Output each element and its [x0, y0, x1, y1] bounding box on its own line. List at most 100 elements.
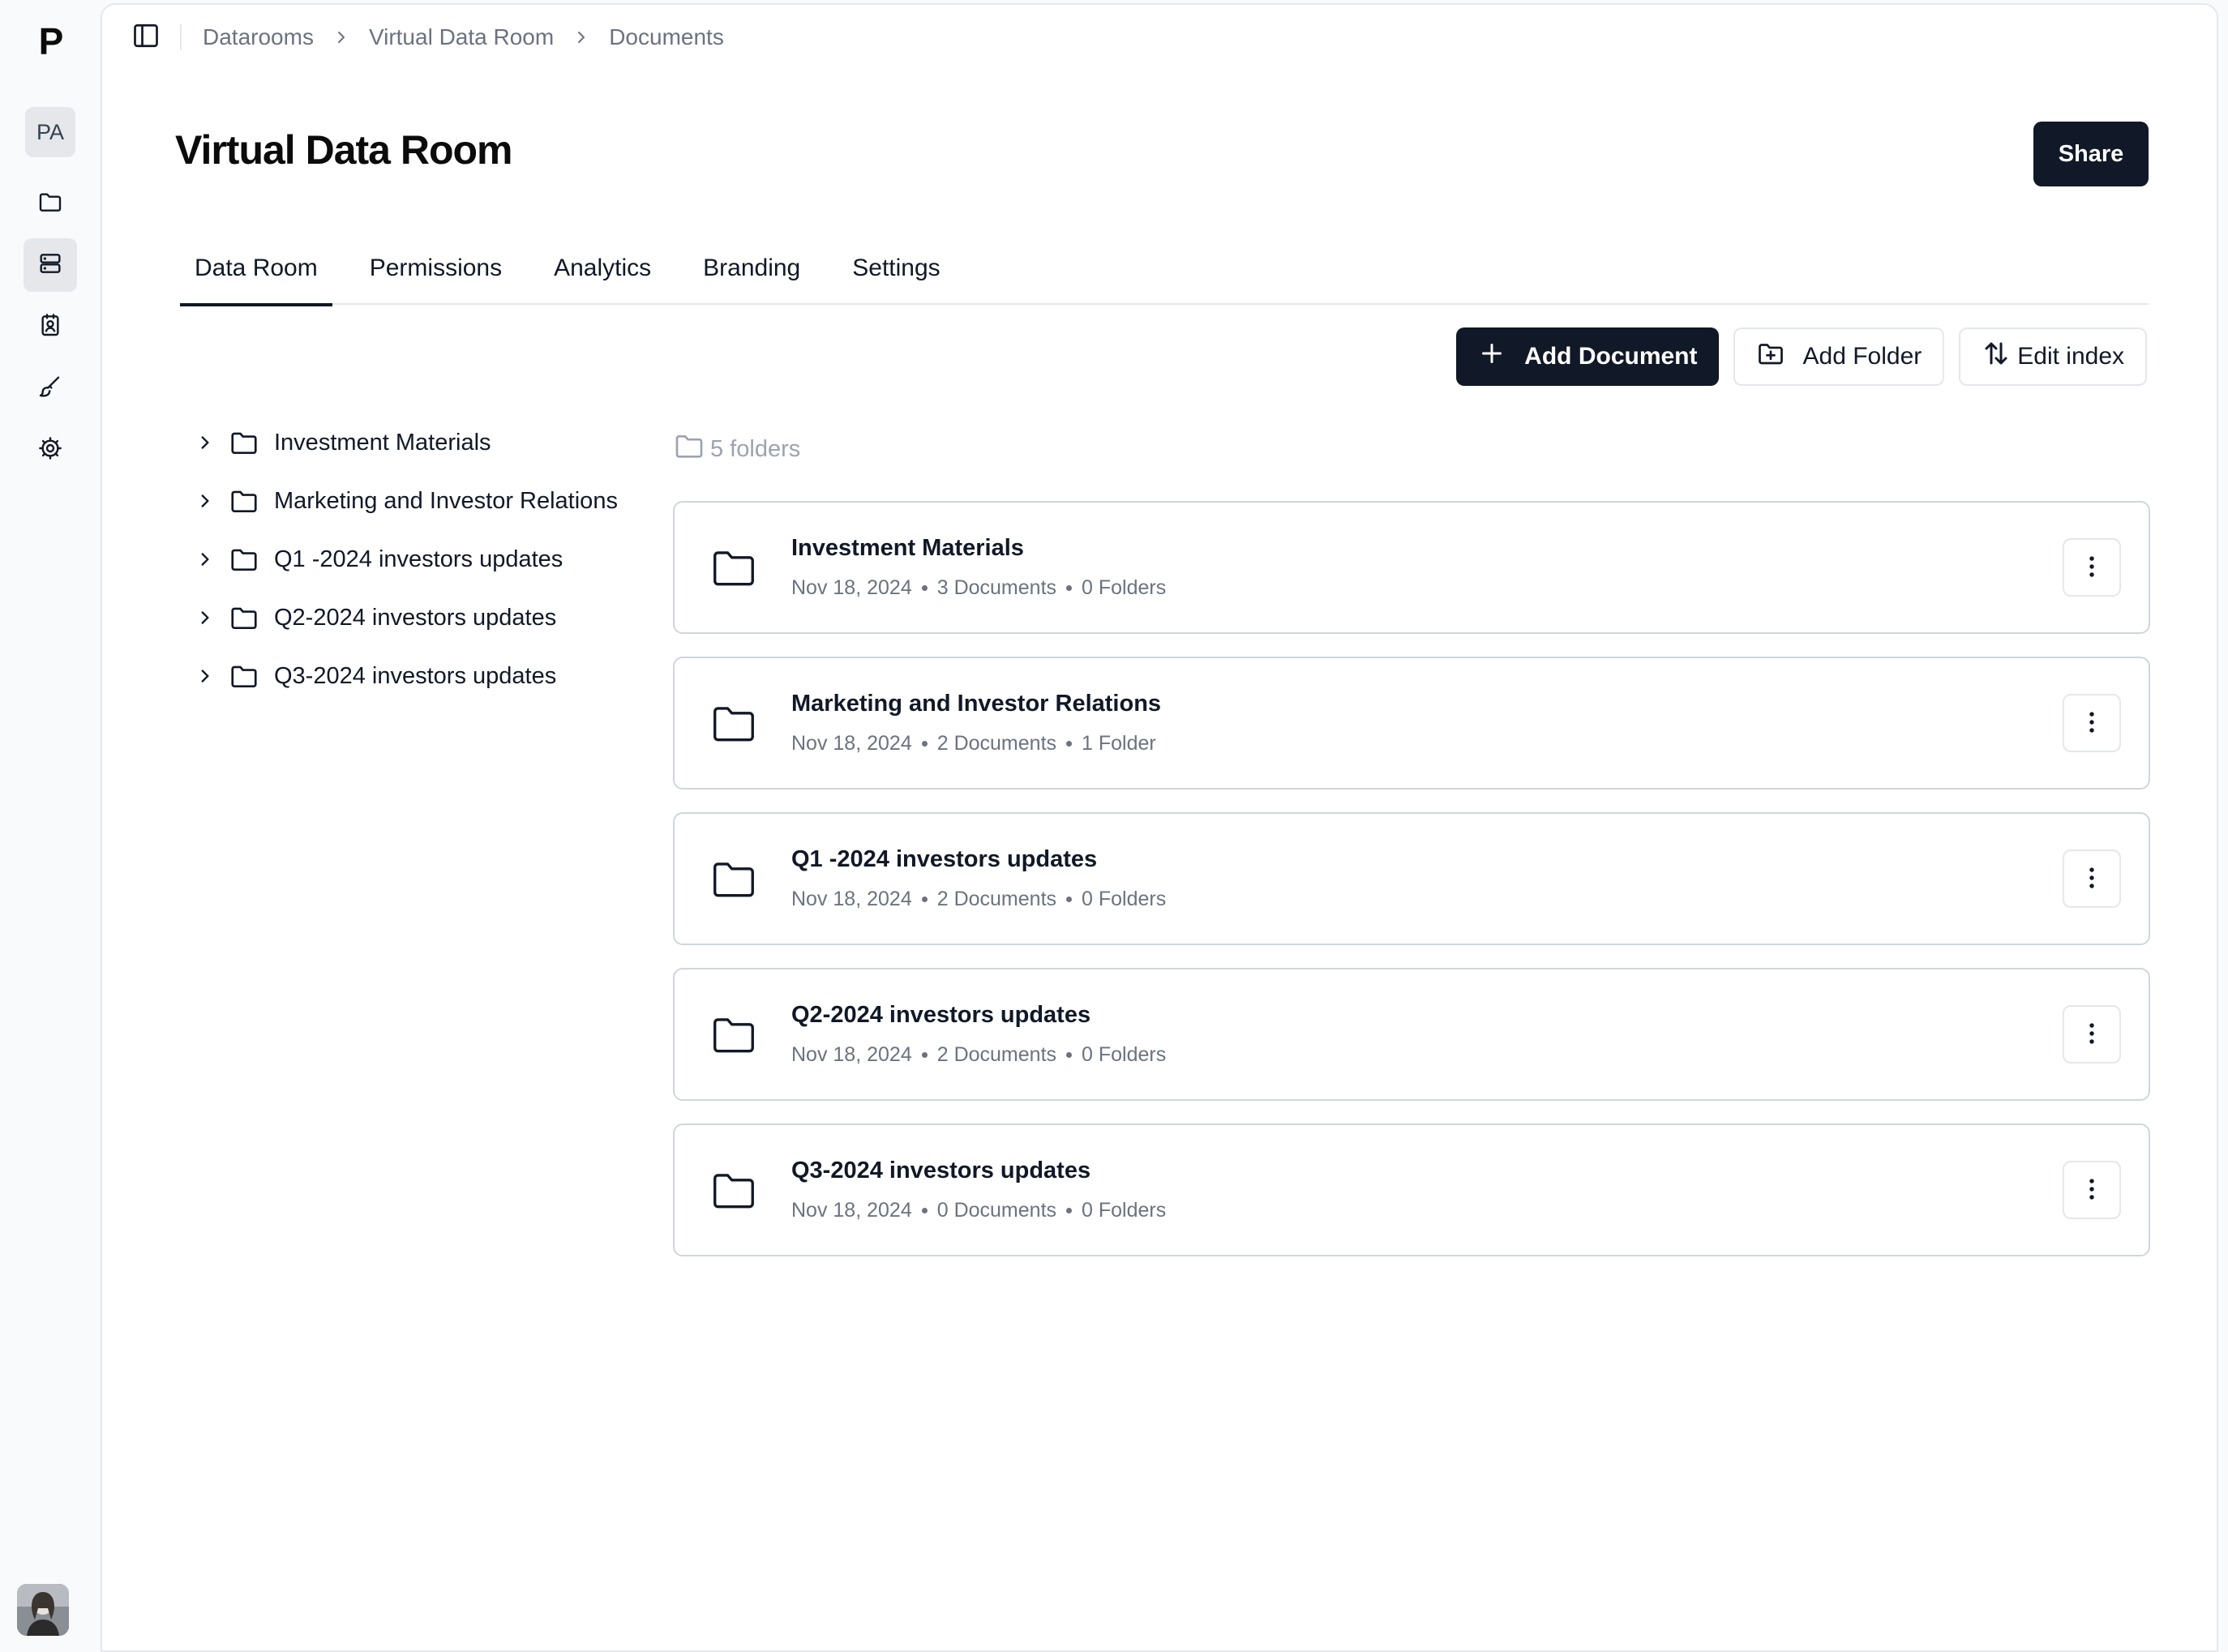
tree-item[interactable]: Q3-2024 investors updates	[191, 647, 618, 705]
app-logo[interactable]: P	[39, 21, 62, 62]
folder-date: Nov 18, 2024	[791, 1043, 912, 1067]
folder-icon	[709, 854, 759, 904]
server-icon	[37, 250, 63, 280]
tree-item-label: Q3-2024 investors updates	[274, 663, 556, 690]
folder-subfolder-count: 1 Folder	[1082, 732, 1156, 755]
folder-date: Nov 18, 2024	[791, 888, 912, 911]
tab-data-room[interactable]: Data Room	[180, 232, 332, 305]
arrow-up-down-icon	[1982, 339, 2017, 374]
brush-icon	[37, 374, 63, 404]
folder-date: Nov 18, 2024	[791, 1199, 912, 1222]
tree-item-label: Marketing and Investor Relations	[274, 488, 618, 515]
separator-dot	[922, 741, 928, 747]
folder-more-button[interactable]	[2063, 1005, 2121, 1064]
folder-subfolder-count: 0 Folders	[1082, 576, 1166, 600]
tree-item[interactable]: Investment Materials	[191, 413, 618, 472]
user-avatar[interactable]	[17, 1584, 69, 1636]
chevron-right-icon[interactable]	[191, 490, 219, 511]
tab-analytics[interactable]: Analytics	[539, 232, 666, 305]
folder-card-body: Q1 -2024 investors updates Nov 18, 2024 …	[791, 846, 1166, 911]
dataroom-tabs: Data Room Permissions Analytics Branding…	[180, 232, 2149, 305]
sidebar-toggle-button[interactable]	[130, 21, 162, 53]
tree-item[interactable]: Marketing and Investor Relations	[191, 472, 618, 530]
tree-item[interactable]: Q1 -2024 investors updates	[191, 530, 618, 588]
separator-dot	[922, 1052, 928, 1058]
divider	[180, 24, 182, 50]
folder-list: Investment Materials Nov 18, 2024 3 Docu…	[673, 501, 2150, 1279]
folder-document-count: 2 Documents	[937, 888, 1056, 911]
folder-meta: Nov 18, 2024 2 Documents 1 Folder	[791, 732, 1161, 755]
folder-name[interactable]: Q1 -2024 investors updates	[791, 846, 1166, 873]
folder-document-count: 2 Documents	[937, 732, 1056, 755]
folder-more-button[interactable]	[2063, 538, 2121, 597]
folder-tree: Investment Materials Marketing and Inves…	[191, 413, 618, 705]
folder-subfolder-count: 0 Folders	[1082, 1199, 1166, 1222]
tab-settings[interactable]: Settings	[838, 232, 954, 305]
folder-card-body: Investment Materials Nov 18, 2024 3 Docu…	[791, 535, 1166, 600]
breadcrumb-documents[interactable]: Documents	[609, 24, 724, 50]
folder-name[interactable]: Q2-2024 investors updates	[791, 1002, 1166, 1029]
folder-meta: Nov 18, 2024 2 Documents 0 Folders	[791, 1043, 1166, 1067]
tab-permissions[interactable]: Permissions	[355, 232, 516, 305]
folder-icon	[229, 602, 259, 633]
folder-icon	[709, 698, 759, 748]
folder-card[interactable]: Q1 -2024 investors updates Nov 18, 2024 …	[673, 812, 2150, 945]
main-panel: Datarooms Virtual Data Room Documents Vi…	[101, 3, 2218, 1652]
more-vertical-icon	[2078, 1020, 2106, 1050]
folder-name[interactable]: Q3-2024 investors updates	[791, 1158, 1166, 1184]
chevron-right-icon[interactable]	[191, 666, 219, 687]
tab-branding[interactable]: Branding	[688, 232, 815, 305]
rail-item-documents[interactable]	[24, 177, 77, 230]
rail-item-visitors[interactable]	[24, 300, 77, 353]
folder-icon	[229, 661, 259, 691]
folder-card[interactable]: Investment Materials Nov 18, 2024 3 Docu…	[673, 501, 2150, 634]
breadcrumb-datarooms[interactable]: Datarooms	[203, 24, 314, 50]
plus-icon	[1477, 339, 1524, 374]
rail-item-branding[interactable]	[24, 362, 77, 415]
separator-dot	[922, 585, 928, 591]
folder-icon	[709, 1009, 759, 1059]
folder-more-button[interactable]	[2063, 850, 2121, 908]
folder-icon	[709, 542, 759, 593]
settings-icon	[37, 435, 63, 465]
folder-icon	[37, 189, 63, 219]
folder-card-body: Marketing and Investor Relations Nov 18,…	[791, 691, 1161, 755]
edit-index-button[interactable]: Edit index	[1959, 327, 2147, 386]
add-document-button[interactable]: Add Document	[1456, 327, 1718, 386]
share-button[interactable]: Share	[2033, 122, 2149, 186]
edit-index-label: Edit index	[2017, 343, 2124, 370]
rail-item-datarooms[interactable]	[24, 238, 77, 292]
chevron-right-icon	[572, 28, 591, 47]
folder-document-count: 0 Documents	[937, 1199, 1056, 1222]
chevron-right-icon[interactable]	[191, 432, 219, 453]
folder-more-button[interactable]	[2063, 694, 2121, 752]
folder-card[interactable]: Q2-2024 investors updates Nov 18, 2024 2…	[673, 968, 2150, 1101]
more-vertical-icon	[2078, 1175, 2106, 1205]
folder-date: Nov 18, 2024	[791, 732, 912, 755]
chevron-right-icon[interactable]	[191, 607, 219, 628]
tree-item-label: Investment Materials	[274, 430, 491, 456]
folder-icon	[709, 1165, 759, 1215]
top-bar: Datarooms Virtual Data Room Documents	[102, 5, 2217, 70]
chevron-right-icon[interactable]	[191, 549, 219, 570]
add-folder-label: Add Folder	[1803, 343, 1922, 370]
separator-dot	[1066, 741, 1072, 747]
folder-name[interactable]: Investment Materials	[791, 535, 1166, 562]
folder-card[interactable]: Marketing and Investor Relations Nov 18,…	[673, 657, 2150, 790]
folder-card-body: Q3-2024 investors updates Nov 18, 2024 0…	[791, 1158, 1166, 1222]
folder-card[interactable]: Q3-2024 investors updates Nov 18, 2024 0…	[673, 1123, 2150, 1256]
breadcrumb-virtual-data-room[interactable]: Virtual Data Room	[369, 24, 554, 50]
tree-item-label: Q2-2024 investors updates	[274, 605, 556, 631]
icon-rail: P PA	[0, 0, 101, 1652]
folder-name[interactable]: Marketing and Investor Relations	[791, 691, 1161, 717]
separator-dot	[1066, 1052, 1072, 1058]
folder-subfolder-count: 0 Folders	[1082, 888, 1166, 911]
team-avatar[interactable]: PA	[25, 107, 75, 157]
tree-item[interactable]: Q2-2024 investors updates	[191, 588, 618, 647]
rail-item-settings[interactable]	[24, 423, 77, 477]
folder-icon	[673, 430, 710, 469]
add-folder-button[interactable]: Add Folder	[1733, 327, 1945, 386]
tree-item-label: Q1 -2024 investors updates	[274, 546, 563, 573]
folder-more-button[interactable]	[2063, 1161, 2121, 1219]
folder-date: Nov 18, 2024	[791, 576, 912, 600]
